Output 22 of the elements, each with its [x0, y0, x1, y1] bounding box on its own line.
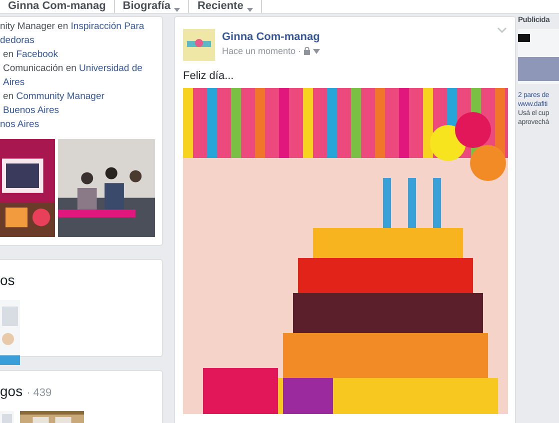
- timeline-tab[interactable]: Reciente: [189, 0, 262, 13]
- friend-count: · 439: [26, 387, 52, 399]
- caret-icon: [247, 8, 254, 12]
- intro-line: Comunicación en Universidad de: [2, 63, 144, 75]
- intro-line: en Community Manager: [2, 91, 106, 103]
- card-title: os: [0, 272, 15, 288]
- post-text: Feliz día...: [183, 70, 235, 82]
- intro-line: Buenos Aires: [2, 105, 60, 117]
- timeline-tab[interactable]: Biografía: [114, 0, 190, 13]
- intro-line: dedoras: [0, 35, 36, 47]
- intro-line: Aires: [2, 77, 26, 89]
- card-title: gos: [0, 383, 23, 399]
- chevron-icon[interactable]: [497, 27, 507, 33]
- avatar: [183, 29, 215, 61]
- intro-line: nity Manager en Inspiracción Para: [0, 21, 146, 33]
- lock-icon: [304, 47, 310, 55]
- intro-line: en Facebook: [2, 49, 59, 61]
- caret-icon[interactable]: [313, 48, 320, 54]
- intro-line: nos Aires: [0, 119, 40, 131]
- timeline-tab[interactable]: Ginna Com-manag: [0, 0, 115, 13]
- author-name[interactable]: Ginna Com-manag: [222, 31, 320, 43]
- caret-icon: [174, 8, 180, 12]
